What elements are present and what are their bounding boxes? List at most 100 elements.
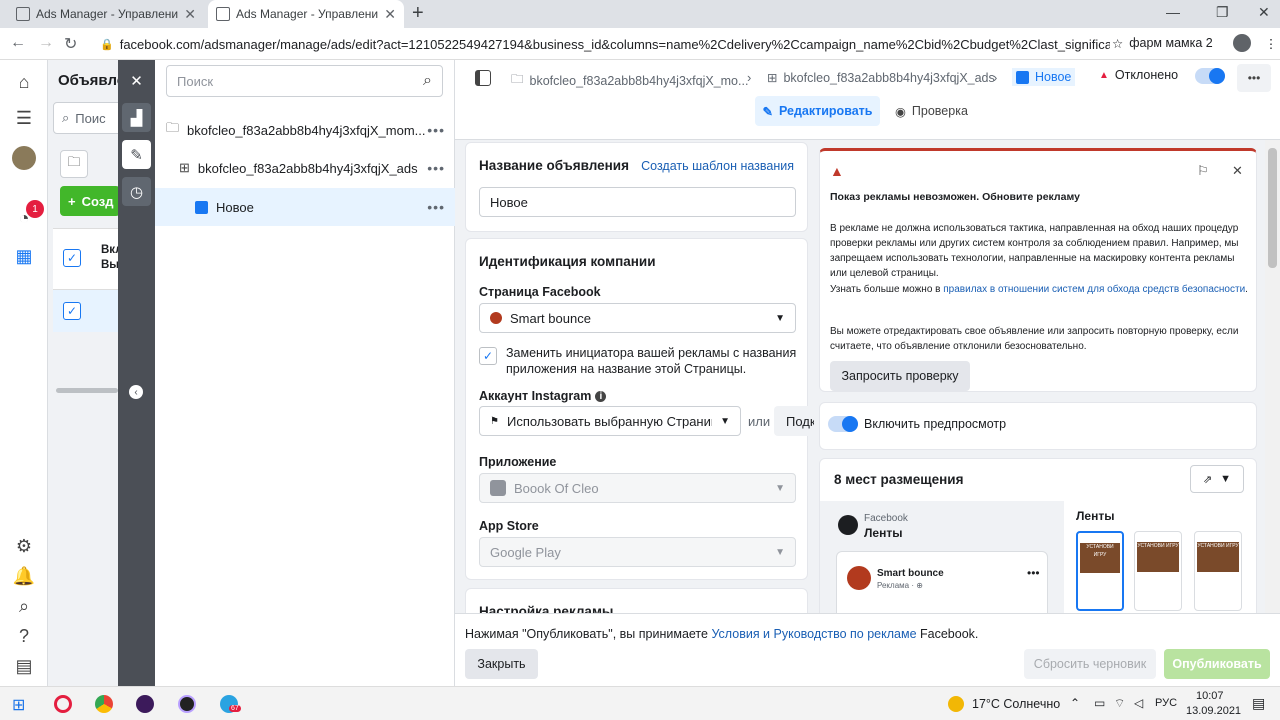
window-close-icon[interactable]: ✕: [1258, 4, 1270, 21]
more-options-button[interactable]: •••: [1237, 64, 1271, 92]
language-indicator[interactable]: РУС: [1155, 697, 1177, 709]
close-tab-icon[interactable]: ✕: [384, 6, 396, 23]
bell-icon[interactable]: 🔔: [12, 564, 36, 588]
breadcrumb-ad[interactable]: Новое: [1012, 68, 1076, 86]
settings-icon[interactable]: ⚙: [12, 534, 36, 558]
battery-icon[interactable]: ▭: [1094, 696, 1105, 710]
facebook-page-select[interactable]: Smart bounce ▼: [479, 303, 796, 333]
clock-date[interactable]: 13.09.2021: [1186, 705, 1241, 717]
forward-icon[interactable]: →: [38, 34, 54, 52]
collapse-chevron-icon[interactable]: ‹: [129, 385, 143, 399]
opera-icon[interactable]: [54, 695, 72, 713]
tree-item-adset[interactable]: ⊞ bkofcleo_f83a2abb8b4hy4j3xfqjX_ads •••: [155, 149, 455, 187]
tree-search-input[interactable]: Поиск ⌕: [166, 65, 443, 97]
replace-checkbox[interactable]: ✓: [479, 347, 497, 365]
back-icon[interactable]: ←: [10, 34, 26, 52]
app-store-select[interactable]: Google Play ▼: [479, 537, 796, 567]
clock-time[interactable]: 10:07: [1196, 690, 1224, 702]
search-icon: ⌕: [62, 110, 70, 125]
close-button[interactable]: Закрыть: [465, 649, 538, 679]
search-icon[interactable]: ⌕: [12, 594, 36, 618]
horizontal-scrollbar[interactable]: [56, 388, 118, 393]
hamburger-menu-icon[interactable]: ☰: [12, 106, 36, 130]
more-options-icon[interactable]: •••: [427, 160, 445, 176]
select-all-checkbox[interactable]: ✓: [63, 249, 81, 267]
policy-link[interactable]: правилах в отношении систем для обхода с…: [943, 284, 1245, 295]
post-preview[interactable]: Smart bounce Реклама · ⊕ •••: [836, 551, 1048, 613]
breadcrumb-campaign[interactable]: 🗀 bkofcleo_f83a2abb8b4hy4j3xfqjX_mo...: [511, 70, 748, 91]
share-preview-button[interactable]: ⇗ ▼: [1190, 465, 1244, 493]
chrome-icon[interactable]: [95, 695, 113, 713]
network-icon[interactable]: ⌔: [1114, 696, 1125, 711]
close-icon[interactable]: ✕: [1232, 163, 1243, 179]
folder-icon: 🗀: [511, 72, 524, 86]
publish-button[interactable]: Опубликовать: [1164, 649, 1270, 679]
scrollbar-thumb[interactable]: [1268, 148, 1277, 268]
menu-dots-icon[interactable]: ⋮: [1265, 36, 1278, 51]
request-review-button[interactable]: Запросить проверку: [830, 361, 970, 391]
campaigns-table-icon[interactable]: ▦: [12, 244, 36, 268]
profile-area[interactable]: ☆ фарм мамка 2 ⋮: [1112, 34, 1277, 52]
app-select[interactable]: Boook Of Cleo ▼: [479, 473, 796, 503]
connect-instagram-button[interactable]: Подкл: [774, 406, 814, 436]
help-icon[interactable]: ?: [12, 624, 36, 648]
toggle-panel-icon[interactable]: [475, 70, 491, 86]
placement-thumb[interactable]: УСТАНОВИ ИГРУ: [1134, 531, 1182, 611]
windows-start-icon[interactable]: ⊞: [12, 695, 25, 715]
more-options-icon[interactable]: •••: [427, 199, 445, 215]
edit-pencil-icon[interactable]: ✎: [122, 140, 151, 169]
folder-icon[interactable]: 🗀: [60, 150, 88, 178]
identity-card: Идентификация компании Страница Facebook…: [465, 238, 814, 580]
reload-icon[interactable]: ↻: [64, 34, 77, 54]
warning-triangle-icon: ▲: [830, 163, 844, 179]
table-row[interactable]: ✓: [53, 290, 123, 332]
row-checkbox[interactable]: ✓: [63, 302, 81, 320]
close-tab-icon[interactable]: ✕: [184, 6, 196, 23]
search-input[interactable]: ⌕ Поис: [53, 102, 123, 134]
field-label: Аккаунт Instagram i: [479, 389, 607, 403]
vertical-scrollbar[interactable]: [1265, 140, 1280, 613]
stats-icon[interactable]: ▟: [122, 103, 151, 132]
close-editor-icon[interactable]: ✕: [122, 66, 151, 95]
notifications-icon[interactable]: ▤: [1252, 695, 1265, 712]
placement-thumb[interactable]: УСТАНОВИ ИГРУ: [1194, 531, 1242, 611]
weather-text[interactable]: 17°C Солнечно: [972, 697, 1060, 711]
minimize-icon[interactable]: —: [1166, 4, 1180, 20]
ad-toggle[interactable]: [1195, 68, 1225, 84]
more-options-icon[interactable]: •••: [427, 122, 445, 138]
browser-app-icon[interactable]: [178, 695, 196, 713]
breadcrumb-adset[interactable]: ⊞ bkofcleo_f83a2abb8b4hy4j3xfqjX_ads: [767, 70, 995, 86]
new-tab-icon[interactable]: +: [412, 2, 424, 25]
terms-link[interactable]: Условия и Руководство по рекламе: [711, 627, 916, 641]
report-icon[interactable]: ▤: [12, 654, 36, 678]
tab-edit[interactable]: ✎ Редактировать: [755, 96, 880, 126]
preview-toggle[interactable]: [828, 416, 858, 432]
feedback-icon[interactable]: ⚐: [1197, 163, 1209, 179]
avatar[interactable]: [12, 146, 36, 170]
create-template-link[interactable]: Создать шаблон названия: [641, 159, 794, 173]
star-icon[interactable]: ☆: [1112, 36, 1123, 51]
tab-review[interactable]: ◉ Проверка: [895, 96, 968, 126]
history-clock-icon[interactable]: ◷: [122, 177, 151, 206]
url-field[interactable]: 🔒 facebook.com/adsmanager/manage/ads/edi…: [100, 32, 1110, 56]
more-options-icon[interactable]: •••: [1027, 566, 1040, 580]
ads-manager-favicon-icon: [16, 7, 30, 21]
ad-name-input[interactable]: Новое: [479, 187, 796, 217]
volume-icon[interactable]: ◁: [1134, 696, 1143, 710]
maximize-icon[interactable]: ❐: [1216, 4, 1229, 21]
browser-tab-active[interactable]: Ads Manager - Управление рек ✕: [208, 0, 404, 28]
create-button[interactable]: + Созд: [60, 186, 120, 216]
info-icon[interactable]: i: [595, 390, 607, 402]
placement-thumb-selected[interactable]: УСТАНОВИ ИГРУ: [1076, 531, 1124, 611]
facebook-logo-icon: [838, 515, 858, 535]
browser-tab[interactable]: Ads Manager - Управление рек ✕: [8, 0, 204, 28]
avatar-icon[interactable]: [1232, 34, 1251, 52]
app-icon[interactable]: [136, 695, 154, 713]
tree-item-ad[interactable]: Новое •••: [155, 188, 455, 226]
discard-draft-button[interactable]: Сбросить черновик: [1024, 649, 1156, 679]
instagram-select[interactable]: ⚑ Использовать выбранную Страницу ▼: [479, 406, 741, 436]
tray-chevron-icon[interactable]: ⌃: [1070, 696, 1080, 710]
home-icon[interactable]: ⌂: [12, 70, 36, 94]
placements-title: 8 мест размещения: [834, 472, 964, 487]
tree-item-campaign[interactable]: 🗀 bkofcleo_f83a2abb8b4hy4j3xfqjX_mom... …: [155, 111, 455, 149]
